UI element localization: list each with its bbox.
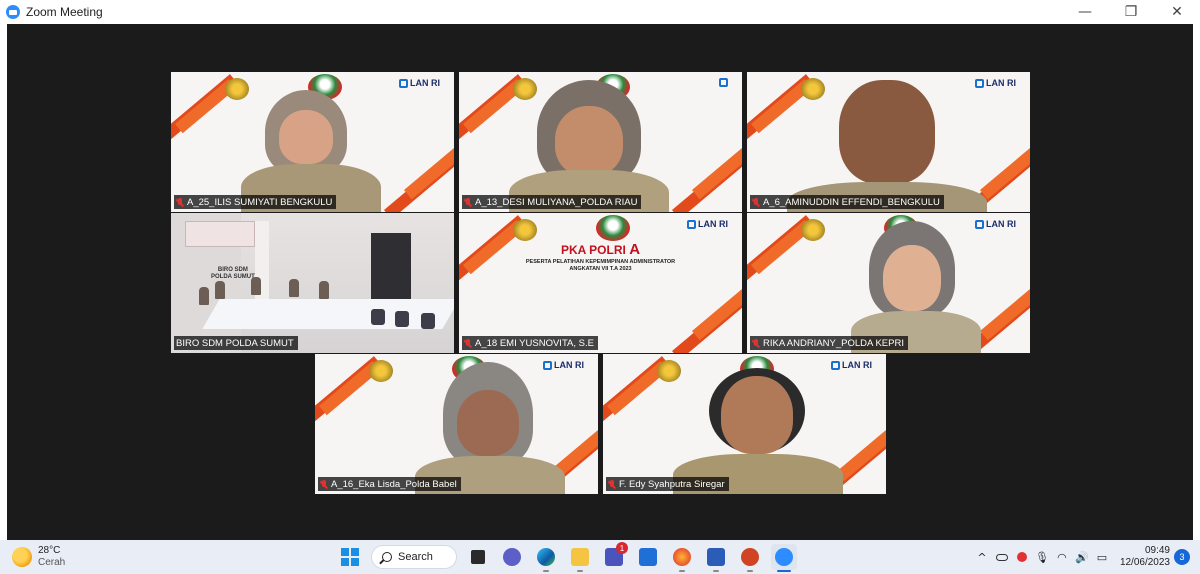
system-clock[interactable]: 09:49 12/06/2023 <box>1120 545 1170 570</box>
video-tile-active-speaker[interactable]: BIRO SDM POLDA SUMUT BIRO SDM POLDA SUMU… <box>171 213 454 353</box>
taskbar: 28°C Cerah Search 1 ^ 🎙 ◠ 🔊 ▭ 09:49 12/0… <box>0 540 1200 574</box>
powerpoint-icon <box>741 548 759 566</box>
show-hidden-icons-chevron-icon[interactable]: ^ <box>972 547 992 567</box>
battery-icon[interactable]: ▭ <box>1092 547 1112 567</box>
participant-name-label: F. Edy Syahputra Siregar <box>606 477 729 491</box>
zoom-icon <box>775 548 793 566</box>
participant-name-label: A_13_DESI MULIYANA_POLDA RIAU <box>462 195 642 209</box>
wifi-icon[interactable]: ◠ <box>1052 547 1072 567</box>
video-tile[interactable]: A_13_DESI MULIYANA_POLDA RIAU <box>459 72 742 212</box>
lan-ri-logo: LAN RI <box>399 78 440 88</box>
gallery-view: LAN RI A_25_ILIS SUMIYATI BENGKULU A_13_… <box>7 24 1193 540</box>
close-button[interactable]: ✕ <box>1154 0 1200 24</box>
conference-table <box>202 299 454 329</box>
task-view-button[interactable] <box>465 544 491 570</box>
video-tile[interactable]: LAN RI F. Edy Syahputra Siregar <box>603 354 886 494</box>
virtual-background: LAN RI PKA POLRI A PESERTA PELATIHAN KEP… <box>459 213 742 353</box>
participant-name-label: RIKA ANDRIANY_POLDA KEPRI <box>750 336 908 350</box>
chat-button[interactable] <box>499 544 525 570</box>
lan-ri-logo <box>719 78 728 87</box>
meeting-room-video: BIRO SDM POLDA SUMUT <box>171 213 454 353</box>
weather-widget[interactable]: 28°C Cerah <box>12 545 65 569</box>
police-emblem-icon <box>513 78 537 100</box>
edge-button[interactable] <box>533 544 559 572</box>
cloud-icon[interactable] <box>992 547 1012 567</box>
room-banner <box>185 221 255 247</box>
minimize-button[interactable]: — <box>1062 0 1108 24</box>
video-tile[interactable]: LAN RI A_25_ILIS SUMIYATI BENGKULU <box>171 72 454 212</box>
video-tile[interactable]: LAN RI RIKA ANDRIANY_POLDA KEPRI <box>747 213 1030 353</box>
muted-mic-icon <box>464 338 472 348</box>
participant-name-label: BIRO SDM POLDA SUMUT <box>174 336 298 350</box>
firefox-icon <box>673 548 691 566</box>
firefox-button[interactable] <box>669 544 695 572</box>
search-icon <box>382 552 392 562</box>
participant-name-label: A_16_Eka Lisda_Polda Babel <box>318 477 461 491</box>
weather-description: Cerah <box>38 557 66 568</box>
sunny-weather-icon <box>12 547 32 567</box>
video-tile[interactable]: LAN RI A_16_Eka Lisda_Polda Babel <box>315 354 598 494</box>
zoom-taskbar-button[interactable] <box>771 544 797 572</box>
folder-icon <box>571 548 589 566</box>
police-emblem-icon <box>225 78 249 100</box>
task-view-icon <box>471 550 485 564</box>
system-tray: ^ 🎙 ◠ 🔊 ▭ 09:49 12/06/2023 3 <box>972 540 1200 574</box>
store-icon <box>639 548 657 566</box>
muted-mic-icon <box>320 479 328 489</box>
lan-ri-logo: LAN RI <box>831 360 872 370</box>
police-emblem-icon <box>801 78 825 100</box>
powerpoint-button[interactable] <box>737 544 763 572</box>
muted-mic-icon <box>608 479 616 489</box>
participant-name-label: A_6_AMINUDDIN EFFENDI_BENGKULU <box>750 195 944 209</box>
windows-logo-icon <box>341 548 359 566</box>
lan-ri-logo: LAN RI <box>687 219 728 229</box>
participant-name-label: A_18 EMI YUSNOVITA, S.E <box>462 336 598 350</box>
muted-mic-icon <box>752 197 760 207</box>
edge-browser-icon <box>537 548 555 566</box>
taskbar-apps: Search 1 <box>337 542 797 572</box>
file-explorer-button[interactable] <box>567 544 593 572</box>
window-title: Zoom Meeting <box>26 5 103 19</box>
participant-name-label: A_25_ILIS SUMIYATI BENGKULU <box>174 195 337 209</box>
lan-ri-logo: LAN RI <box>975 78 1016 88</box>
restore-button[interactable]: ❐ <box>1108 0 1154 24</box>
title-bar: Zoom Meeting — ❐ ✕ <box>0 0 1200 24</box>
chat-icon <box>503 548 521 566</box>
clock-time: 09:49 <box>1144 544 1170 556</box>
slide-subtitle: PESERTA PELATIHAN KEPEMIMPINAN ADMINISTR… <box>525 259 676 273</box>
muted-mic-icon <box>176 197 184 207</box>
start-button[interactable] <box>337 544 363 570</box>
muted-mic-icon <box>752 338 760 348</box>
window-controls: — ❐ ✕ <box>1062 0 1200 24</box>
muted-mic-icon <box>464 197 472 207</box>
lan-ri-logo: LAN RI <box>543 360 584 370</box>
word-button[interactable] <box>703 544 729 572</box>
room-sign: BIRO SDM POLDA SUMUT <box>211 267 255 281</box>
zoom-window: Zoom Meeting — ❐ ✕ LAN RI A_25_ILIS SUMI <box>0 0 1200 574</box>
teams-button[interactable]: 1 <box>601 542 628 570</box>
police-emblem-icon <box>369 360 393 382</box>
microphone-icon[interactable]: 🎙 <box>1032 547 1052 567</box>
slide-title: PKA POLRI A <box>560 241 641 258</box>
video-tile[interactable]: LAN RI PKA POLRI A PESERTA PELATIHAN KEP… <box>459 213 742 353</box>
weather-temperature: 28°C <box>38 545 61 556</box>
search-label: Search <box>398 551 433 563</box>
word-icon <box>707 548 725 566</box>
volume-icon[interactable]: 🔊 <box>1072 547 1092 567</box>
clock-date: 12/06/2023 <box>1119 557 1170 568</box>
store-button[interactable] <box>635 544 661 570</box>
notification-count-badge[interactable]: 3 <box>1174 549 1190 565</box>
pka-logo-icon <box>596 215 630 241</box>
police-emblem-icon <box>657 360 681 382</box>
police-emblem-icon <box>513 219 537 241</box>
video-tile[interactable]: LAN RI A_6_AMINUDDIN EFFENDI_BENGKULU <box>747 72 1030 212</box>
police-emblem-icon <box>801 219 825 241</box>
teams-notification-badge: 1 <box>616 542 628 554</box>
zoom-app-icon <box>6 5 20 19</box>
recording-icon[interactable] <box>1012 547 1032 567</box>
lan-ri-logo: LAN RI <box>975 219 1016 229</box>
taskbar-search[interactable]: Search <box>371 545 457 569</box>
